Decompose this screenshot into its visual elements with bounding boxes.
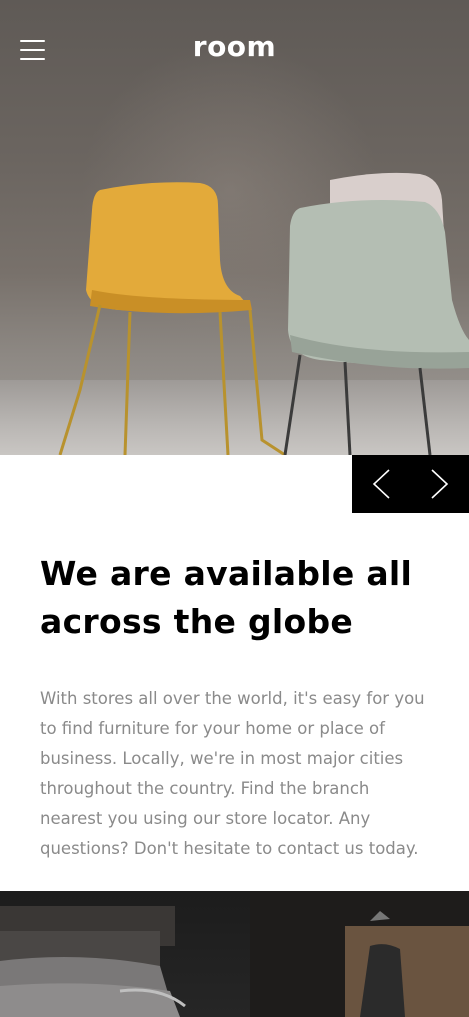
headline-line: across the globe bbox=[40, 602, 354, 641]
body-line: to find furniture for your home or place… bbox=[40, 719, 385, 738]
chevron-right-icon bbox=[431, 469, 448, 499]
page-headline: We are available all across the globe bbox=[40, 550, 440, 646]
body-line: With stores all over the world, it's eas… bbox=[40, 689, 425, 708]
yellow-chair bbox=[58, 182, 286, 455]
chevron-left-icon bbox=[373, 469, 390, 499]
body-line: throughout the country. Find the branch bbox=[40, 779, 370, 798]
mint-chair bbox=[283, 200, 469, 455]
chairs-illustration bbox=[58, 172, 469, 455]
body-line: questions? Don't hesitate to contact us … bbox=[40, 839, 419, 858]
slider-controls bbox=[352, 455, 469, 513]
body-line: business. Locally, we're in most major c… bbox=[40, 749, 404, 768]
bedroom-image bbox=[0, 891, 469, 1017]
logo[interactable]: room bbox=[0, 30, 469, 63]
hero-image: room bbox=[0, 0, 469, 455]
body-line: nearest you using our store locator. Any bbox=[40, 809, 371, 828]
main-content: We are available all across the globe Wi… bbox=[40, 550, 440, 864]
prev-slide-button[interactable] bbox=[352, 455, 411, 513]
headline-line: We are available all bbox=[40, 554, 413, 593]
bedroom-illustration bbox=[0, 891, 469, 1017]
body-paragraph: With stores all over the world, it's eas… bbox=[40, 684, 435, 864]
next-slide-button[interactable] bbox=[411, 455, 469, 513]
